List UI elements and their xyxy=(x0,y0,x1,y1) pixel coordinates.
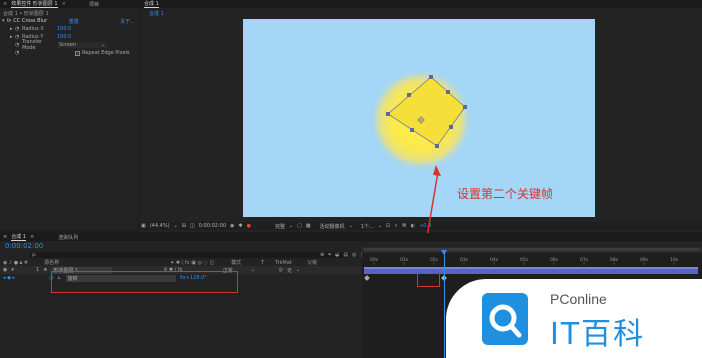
shape-layer-star-icon: ★ xyxy=(43,267,48,273)
shy-icon[interactable]: ◒ xyxy=(335,252,339,258)
column-trkmat[interactable]: TrkMat xyxy=(275,260,301,266)
ruler-label: 04s xyxy=(490,257,499,263)
av-switch-icons: ◉ ♪ ● 🔒︎ # xyxy=(3,259,29,266)
brand-top-text: PConline xyxy=(550,291,607,307)
magnifier-logo-icon xyxy=(482,293,528,345)
playhead[interactable] xyxy=(444,253,445,358)
ruler-label: 05s xyxy=(520,257,529,263)
frame-blending-icon[interactable]: ▤ xyxy=(343,252,348,258)
ruler-label: 01s xyxy=(400,257,409,263)
tab-render-queue[interactable]: 渲染队列 xyxy=(58,234,78,241)
tab-close-icon[interactable]: × xyxy=(30,234,34,240)
tab-timeline-composition[interactable]: 合成 1 xyxy=(11,233,26,241)
chevron-down-icon[interactable]: ⌄ xyxy=(251,267,275,273)
draft-3d-icon[interactable]: ⊕ xyxy=(320,252,324,258)
ruler-label: 08s xyxy=(610,257,619,263)
layer-duration-highlight xyxy=(364,267,698,269)
ruler-label: 07s xyxy=(580,257,589,263)
layer-parent-select[interactable]: 无 xyxy=(287,267,292,274)
chevron-down-icon[interactable]: ⌄ xyxy=(296,267,300,273)
layer-index: 1 xyxy=(35,267,40,273)
work-area-bar[interactable] xyxy=(364,248,700,251)
ruler-label: 02s xyxy=(430,257,439,263)
keyframe-highlight-box xyxy=(417,273,440,287)
column-switches: ✦ ✱ \ fx ▣ ◎ ◌ ◫ xyxy=(170,259,215,266)
motion-blur-icon[interactable]: ◎ xyxy=(352,252,356,258)
ruler-label: 03s xyxy=(460,257,469,263)
keyframe-nav-icon[interactable]: ◂ ◆ ▸ xyxy=(3,275,15,281)
column-source-name[interactable]: 源名称 xyxy=(44,259,164,266)
timeline-search-input[interactable]: ρ. xyxy=(30,252,350,258)
visibility-eye-icon[interactable]: ◉ xyxy=(3,267,7,273)
ruler-label: 09s xyxy=(640,257,649,263)
comp-flowchart-icon[interactable]: ⌗ xyxy=(328,252,331,258)
ruler-label: 00s xyxy=(370,257,379,263)
pconline-watermark: PConline IT百科 xyxy=(446,279,702,358)
current-time-display[interactable]: 0:00:02:00 xyxy=(5,242,43,250)
column-mode[interactable]: 模式 xyxy=(231,259,255,266)
timeline-tab-bar: ≡ 合成 1 × 渲染队列 xyxy=(0,233,702,241)
annotation-highlight-box xyxy=(51,271,238,293)
brand-bottom-text: IT百科 xyxy=(550,317,646,352)
expand-triangle-icon[interactable]: ▾ xyxy=(11,267,14,273)
panel-menu-icon[interactable]: ≡ xyxy=(3,234,7,240)
column-t: T xyxy=(261,259,265,266)
ruler-label: 10s xyxy=(670,257,679,263)
timeline-switch-icons: ⊕ ⌗ ◒ ▤ ◎ ◫ xyxy=(320,252,365,258)
ruler-label: 06s xyxy=(550,257,559,263)
parent-pick-whip-icon[interactable]: ◎ xyxy=(279,267,283,273)
column-parent[interactable]: 父级 xyxy=(307,259,317,266)
playhead-handle-icon[interactable] xyxy=(441,250,447,255)
